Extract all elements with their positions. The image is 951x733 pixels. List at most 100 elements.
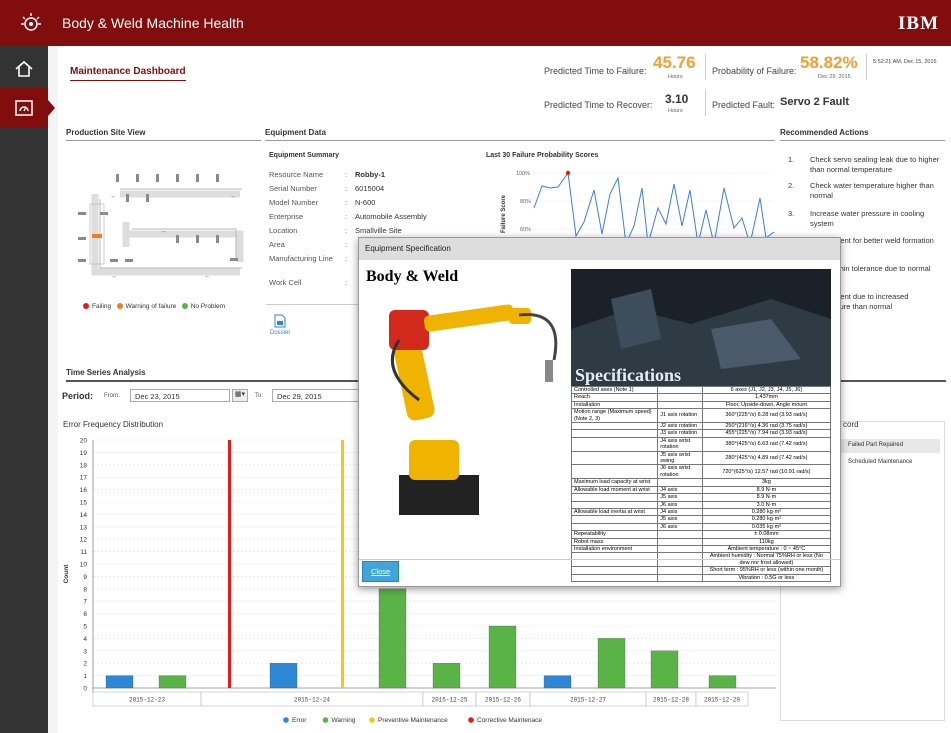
pof-label: Probability of Failure: [712,66,797,76]
y-tick-label: 7 [83,599,87,606]
spec-row: Repeatability ± 0.08mm [570,530,832,539]
from-date-input[interactable]: Dec 23, 2015 [130,389,230,402]
svg-text:→: → [160,228,167,235]
y-tick-label: 17 [80,475,88,482]
y-tick-label: 14 [80,512,88,519]
spec-cell: Floor, Upside-down, Angle mount [701,400,832,410]
spec-row: Vibration : 0.5G or less [570,573,832,582]
spec-cell: Allowable load moment at wrist [570,485,659,495]
home-icon [15,60,33,77]
summary-value: Smallville Site [355,226,402,235]
summary-row-1: Serial Number:6015004 [269,184,385,193]
y-tick-label: 8 [83,586,87,593]
spec-cell: 250°(216°/s) 4.36 rad (3.75 rad/s) [701,422,832,431]
spec-cell [570,450,659,466]
spec-cell: 6 axes (J1, J2, J3, J4, J5, J6) [701,385,832,395]
spec-cell: ± 0.08mm [701,530,832,539]
spec-cell: 0.280 kg·m² [701,507,832,517]
peak-marker [565,170,571,176]
summary-value: 6015004 [355,184,385,193]
dashboard-icon [15,100,33,116]
record-panel-title: cord [843,420,859,429]
summary-value: Robby-1 [355,170,385,179]
timestamp: 5:52:21 AM, Dec 15, 2015 [873,59,937,65]
y-tick-label: 15 [80,500,88,507]
spec-row: Installation environment Ambient temperat… [570,544,832,554]
kpi-divider [705,90,706,116]
pof-date: Dec 29, 2015 [818,74,851,80]
nav-home[interactable] [0,49,48,89]
bar-warning [432,663,461,689]
y-tick-label: 2 [83,661,87,668]
spec-row: J5 axis 0.280 kg·m² [570,515,832,524]
app-title: Body & Weld Machine Health [62,15,244,31]
dossier-link[interactable]: Dossier [270,314,290,336]
app-logo[interactable] [0,0,61,46]
spec-cell [570,429,659,438]
legend-warning: Warning of failure [125,303,177,310]
spec-row: J5 axis wrist swing 280°(425°/s) 4.89 rad… [570,450,832,466]
spec-cell: J1 axis rotation [657,408,703,424]
y-tick-label: 3 [83,648,87,655]
spec-cell [570,436,659,452]
spec-cell [657,566,703,575]
spec-cell: J4 axis [657,485,703,495]
to-date-input[interactable]: Dec 29, 2015 [272,389,364,402]
record-item-failed-part[interactable]: Failed Part Repaired [838,439,940,453]
spec-cell [657,573,703,582]
summary-label: Serial Number [269,184,317,193]
dashboard-title: Maintenance Dashboard [70,66,186,81]
production-site-map[interactable]: ← ← → → ← [70,162,252,282]
failure-score-line-chart[interactable]: 100% 80% 60% [498,164,778,244]
record-item-scheduled[interactable]: Scheduled Maintenance [838,456,940,470]
spec-cell: J5 axis [657,493,703,502]
x-tick-label: 2015-12-29 [704,697,740,704]
spec-row: Robot mass 110kg [570,537,832,546]
spec-cell: Short term : 95%RH or less (within one m… [701,566,832,575]
spec-row: Installation Floor, Upside-down, Angle mo… [570,400,832,410]
summary-value: Automobile Assembly [355,212,427,221]
to-label: To: [255,393,264,399]
ytick-60: 60% [520,227,531,233]
spec-cell: J3 axis rotation [657,429,703,438]
summary-label: Model Number [269,198,319,207]
legend-swatch [283,717,289,723]
y-tick-label: 10 [80,562,88,569]
ytick-100: 100% [516,171,530,177]
calendar-dropdown-button[interactable]: ▦▾ [232,389,248,402]
legend-swatch [369,717,375,723]
spec-cell: J6 axis [657,500,703,509]
spec-cell: Motion range (Maximum speed) (Note 2, 3) [570,408,659,424]
y-tick-label: 16 [80,487,88,494]
y-tick-label: 9 [83,574,87,581]
spec-cell: 455°(225°/s) 7.94 rad (3.93 rad/s) [701,429,832,438]
spec-row: J3 axis rotation 455°(225°/s) 7.94 rad (3… [570,429,832,438]
modal-heading: Body & Weld [366,268,459,285]
spec-cell: J2 axis rotation [657,422,703,431]
spec-cell [570,522,659,532]
bar-error [543,675,572,689]
y-tick-label: 12 [80,537,88,544]
bar-warning [708,675,737,689]
svg-text:←: ← [230,193,237,200]
kpi-divider [705,54,706,80]
modal-title: Equipment Specification [359,238,840,260]
nav-dashboard[interactable] [0,88,55,128]
bar-error [269,663,298,689]
spec-cell: 280°(425°/s) 4.89 rad (7.42 rad/s) [701,450,832,466]
ttf-label: Predicted Time to Failure: [544,66,647,76]
x-tick-label: 2015-12-27 [570,697,606,704]
spec-cell: J4 axis wrist rotation [657,436,703,452]
spec-row: J5 axis 8.9 N·m [570,493,832,502]
legend-label: Warning [332,717,356,724]
spec-row: Short term : 95%RH or less (within one m… [570,566,832,575]
spec-cell: Repeatability [570,530,659,539]
equipment-section-header: Equipment Data [265,128,775,141]
action-text: Check water temperature higher than norm… [810,181,934,200]
spec-cell: Robot mass [570,537,659,546]
close-button[interactable]: Close [362,561,400,582]
site-legend: Failing Warning of failure No Problem [83,303,225,310]
robot-arm-image [389,304,558,515]
y-tick-label: 11 [80,549,87,556]
spec-cell: 1,437mm [701,393,832,402]
